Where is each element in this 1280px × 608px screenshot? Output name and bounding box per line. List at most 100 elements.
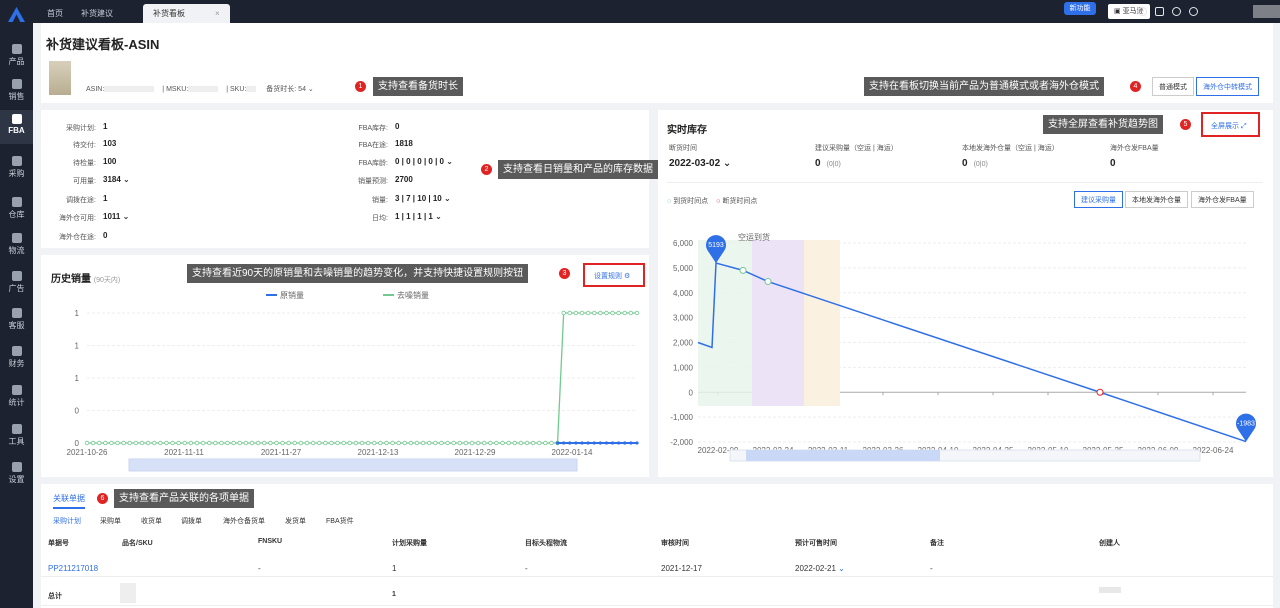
- stat-label: 调拨在途:: [66, 197, 96, 204]
- denoise-point: [158, 440, 163, 446]
- sidebar-item-finance[interactable]: 财务: [0, 342, 33, 376]
- order-subtab[interactable]: 调拨单: [181, 516, 202, 526]
- table-header-cell: 单据号: [48, 540, 69, 547]
- tab-replenish-advice[interactable]: 补货建议: [71, 4, 123, 23]
- air-arrival-label: 空运到货: [738, 232, 770, 242]
- denoise-point: [634, 310, 640, 316]
- sidebar-item-ads[interactable]: 广告: [0, 267, 33, 301]
- denoise-point: [365, 440, 371, 446]
- sidebar-item-settings[interactable]: 设置: [0, 458, 33, 492]
- sidebar-item-purchase[interactable]: 采购: [0, 152, 33, 186]
- denoise-point: [402, 440, 407, 446]
- close-icon[interactable]: ×: [215, 9, 220, 18]
- denoise-point: [549, 440, 554, 446]
- order-subtab[interactable]: 海外仓备货单: [223, 516, 265, 526]
- order-subtab[interactable]: 采购单: [100, 516, 121, 526]
- tab-replenish-board[interactable]: 补货看板 ×: [143, 4, 230, 23]
- page-title: 补货建议看板-ASIN: [46, 37, 160, 52]
- x-tick-label: 2022-01-14: [552, 448, 593, 457]
- denoise-point: [207, 440, 212, 446]
- remark-cell: -: [930, 564, 933, 573]
- sidebar-item-logistics[interactable]: 物流: [0, 229, 33, 263]
- denoise-point: [567, 310, 572, 316]
- tab-home[interactable]: 首页: [37, 4, 73, 23]
- denoise-point: [622, 310, 627, 316]
- headset-icon[interactable]: [1189, 7, 1198, 16]
- plugin-icon[interactable]: [1155, 7, 1164, 16]
- denoise-point: [84, 440, 90, 446]
- pie-chart-icon: [11, 385, 22, 395]
- y-tick-label: -2,000: [670, 438, 693, 447]
- inventory-col-value[interactable]: 2022-03-02 ⌄: [669, 158, 731, 169]
- sidebar-item-warehouse[interactable]: 仓库: [0, 193, 33, 227]
- stat-value: 0: [103, 231, 108, 240]
- stat-label: FBA在途:: [358, 142, 388, 149]
- denoise-point: [249, 440, 255, 446]
- inventory-title: 实时库存: [667, 125, 707, 136]
- denoise-point: [304, 440, 310, 446]
- denoise-point: [384, 440, 389, 446]
- tools-icon: [11, 424, 22, 434]
- arrive-point: [739, 266, 747, 274]
- download-icon[interactable]: [1138, 7, 1147, 16]
- sidebar-item-tools[interactable]: 工具: [0, 420, 33, 454]
- order-subtab[interactable]: 采购计划: [53, 516, 81, 526]
- denoise-point: [573, 310, 579, 316]
- inventory-zoom-window[interactable]: [746, 450, 940, 461]
- denoise-point: [427, 440, 432, 446]
- stat-value[interactable]: 3184 ⌄: [103, 175, 130, 184]
- denoise-point: [127, 440, 132, 446]
- denoise-point: [457, 440, 462, 446]
- history-zoom-window[interactable]: [129, 459, 577, 471]
- sidebar-item-fba[interactable]: FBA: [0, 110, 33, 144]
- denoise-point: [524, 440, 530, 446]
- available-time-cell[interactable]: 2022-02-21 ⌄: [795, 564, 845, 573]
- denoise-point: [610, 310, 615, 316]
- denoise-point: [292, 440, 297, 446]
- order-subtab[interactable]: FBA货件: [326, 516, 354, 526]
- stat-value[interactable]: 1011 ⌄: [103, 212, 129, 221]
- denoise-point: [145, 440, 151, 446]
- stat-value[interactable]: 1 | 1 | 1 | 1 ⌄: [395, 212, 442, 221]
- callout-2: 支持查看日销量和产品的库存数据: [498, 160, 658, 179]
- seg-overseas-to-fba[interactable]: 海外仓发FBA量: [1191, 191, 1254, 208]
- normal-mode-button[interactable]: 普通模式: [1152, 77, 1194, 96]
- tab-related-docs[interactable]: 关联单据: [53, 493, 85, 509]
- total-label: 总计: [48, 593, 62, 600]
- order-subtab[interactable]: 发货单: [285, 516, 306, 526]
- stat-label: 销量预测:: [358, 178, 388, 185]
- overseas-mode-button[interactable]: 海外仓中转模式: [1196, 77, 1259, 96]
- new-feature-button[interactable]: 新功能: [1064, 2, 1096, 15]
- avatar[interactable]: [1253, 5, 1280, 18]
- seg-suggest-purchase[interactable]: 建议采购量: [1074, 191, 1123, 208]
- denoise-point: [103, 440, 108, 446]
- stat-label: 销量:: [372, 197, 388, 204]
- stat-label: 日均:: [372, 215, 388, 222]
- callout-number-5: 5: [1180, 119, 1191, 130]
- denoise-point: [604, 310, 609, 316]
- inventory-col-label: 断货时间: [669, 145, 697, 152]
- sidebar-item-sales[interactable]: 销售: [0, 75, 33, 109]
- stat-value[interactable]: 0 | 0 | 0 | 0 | 0 ⌄: [395, 157, 453, 166]
- inventory-col-value: 0 (0|0): [962, 158, 988, 169]
- sidebar-item-product[interactable]: 产品: [0, 40, 33, 74]
- denoise-point: [451, 440, 456, 446]
- sidebar-item-stats[interactable]: 统计: [0, 381, 33, 415]
- denoise-point: [121, 440, 126, 446]
- denoise-point: [347, 440, 352, 446]
- bell-icon[interactable]: [1172, 7, 1181, 16]
- legend-arrive-dot: ○: [667, 198, 672, 205]
- denoise-point: [530, 440, 536, 446]
- y-tick-label: 1: [75, 342, 80, 351]
- table-header-cell: 目标头程物流: [525, 540, 567, 547]
- seg-local-to-overseas[interactable]: 本地发海外仓量: [1125, 191, 1188, 208]
- callout-number-3: 3: [559, 268, 570, 279]
- band-orange: [804, 240, 840, 406]
- stat-value[interactable]: 3 | 7 | 10 | 10 ⌄: [395, 194, 451, 203]
- order-subtab[interactable]: 收货单: [141, 516, 162, 526]
- sidebar-item-service[interactable]: 客服: [0, 304, 33, 338]
- order-id-link[interactable]: PP211217018: [48, 564, 98, 573]
- raw-point: [598, 441, 602, 445]
- denoise-point: [500, 440, 505, 446]
- stock-duration[interactable]: 备货时长: 54 ⌄: [266, 86, 314, 93]
